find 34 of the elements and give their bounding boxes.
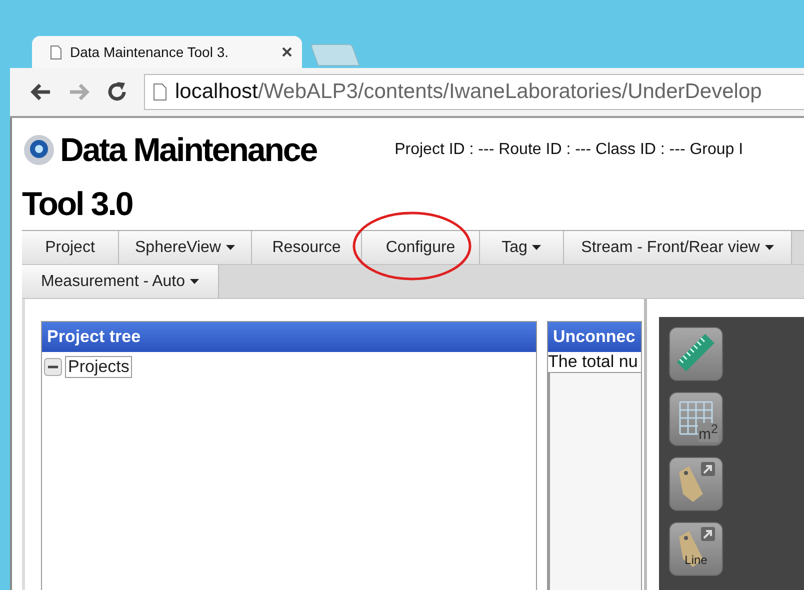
- url-text: localhost/WebALP3/contents/IwaneLaboratories/UnderDevelop: [175, 80, 762, 104]
- menu-item[interactable]: Stream - Front/Rear view: [564, 231, 792, 264]
- page-icon: [153, 83, 167, 101]
- collapse-toggle[interactable]: [44, 358, 62, 376]
- page-icon: [50, 44, 62, 60]
- app-title: Tool 3.0: [22, 185, 132, 223]
- caret-icon: [226, 245, 235, 250]
- address-field[interactable]: localhost/WebALP3/contents/IwaneLaboratories/UnderDevelop: [144, 74, 804, 110]
- tab-title: Data Maintenance Tool 3.: [70, 44, 230, 60]
- tool-label: Line: [684, 553, 708, 567]
- menu-item[interactable]: Configure: [362, 231, 480, 264]
- menu-item[interactable]: Tag: [480, 231, 564, 264]
- app-title: Data Maintenance: [60, 131, 317, 169]
- tool-button[interactable]: [669, 327, 723, 381]
- unit-label: m$^{2}$: [698, 423, 719, 442]
- caret-icon: [532, 245, 542, 250]
- reload-icon[interactable]: [106, 81, 128, 103]
- panel-title: Project tree: [42, 322, 536, 352]
- caret-icon: [190, 279, 200, 284]
- menu-item[interactable]: Measurement - Auto: [22, 265, 219, 298]
- caret-icon: [764, 245, 774, 250]
- tool-button[interactable]: m$^{2}$: [669, 392, 723, 446]
- close-icon[interactable]: [282, 47, 292, 57]
- tool-button[interactable]: Line: [669, 522, 723, 576]
- menu-item[interactable]: Project: [22, 231, 119, 264]
- menu-item[interactable]: Resource: [252, 231, 362, 264]
- tool-button[interactable]: [669, 457, 723, 511]
- id-info-text: Project ID : --- Route ID : --- Class ID : --- Group I: [394, 141, 744, 159]
- browser-tab[interactable]: Data Maintenance Tool 3.: [32, 36, 302, 68]
- globe-logo-icon: [22, 133, 56, 167]
- panel-title: Unconnec: [548, 322, 641, 352]
- menu-item[interactable]: SphereView: [119, 231, 252, 264]
- tree-node[interactable]: Projects: [65, 356, 132, 378]
- back-icon[interactable]: [30, 83, 52, 101]
